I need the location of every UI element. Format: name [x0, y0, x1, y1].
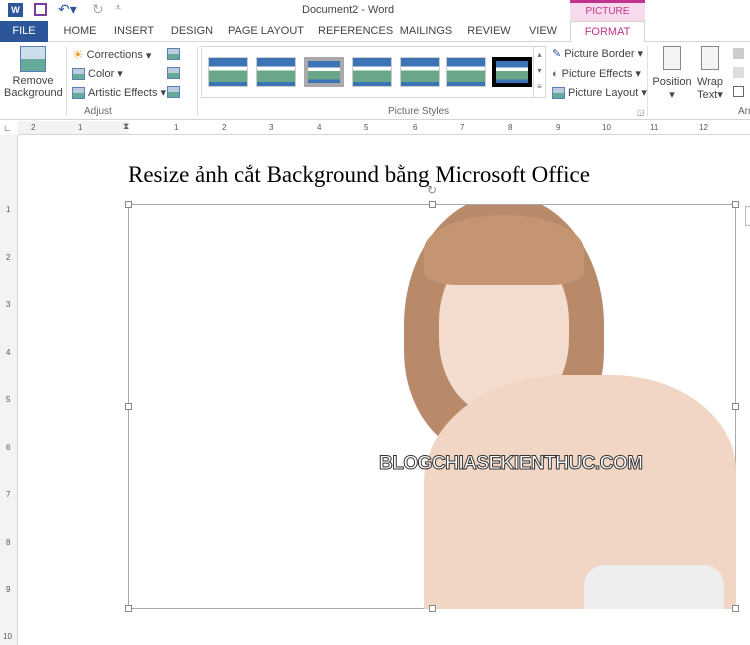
- horizontal-ruler[interactable]: 2 1 ⧗ 1 2 3 4 5 6 7 8 9 10 11 12: [18, 121, 750, 135]
- picture-style-5[interactable]: [400, 57, 440, 87]
- resize-handle[interactable]: [732, 605, 739, 612]
- rotate-handle-icon[interactable]: ↻: [427, 183, 437, 197]
- resize-handle[interactable]: [125, 403, 132, 410]
- picture-style-4[interactable]: [352, 57, 392, 87]
- picture-effects-button[interactable]: ◐ Picture Effects ▾: [552, 67, 641, 81]
- wrap-text-button[interactable]: Wrap Text▾: [694, 46, 726, 101]
- picture-style-1[interactable]: [208, 57, 248, 87]
- tab-page-layout[interactable]: PAGE LAYOUT: [228, 21, 304, 42]
- picture-layout-button[interactable]: Picture Layout ▾: [552, 86, 647, 99]
- position-button[interactable]: Position ▾: [652, 46, 692, 101]
- document-heading[interactable]: Resize ảnh cắt Background bằng Microsoft…: [128, 162, 590, 188]
- dialog-launcher-icon[interactable]: ◲: [637, 108, 645, 117]
- tab-mailings[interactable]: MAILINGS: [398, 21, 454, 42]
- color-button[interactable]: Color ▾: [72, 67, 123, 80]
- gallery-scroll[interactable]: ▴ ▾ ≡: [533, 47, 545, 97]
- picture-style-7[interactable]: [492, 57, 532, 87]
- sun-icon: ☀: [72, 47, 84, 62]
- word-icon: W: [8, 3, 23, 17]
- window-title: Document2 - Word: [302, 4, 395, 16]
- resize-handle[interactable]: [429, 605, 436, 612]
- selected-picture[interactable]: BLOGCHIASEKIENTHUC.COM ↻: [125, 183, 739, 612]
- remove-background-button[interactable]: Remove Background: [4, 46, 63, 99]
- tab-selector[interactable]: ∟: [3, 123, 12, 133]
- ribbon: Remove Background ☀ Corrections ▾ Color ▾ A…: [0, 42, 750, 120]
- corrections-button[interactable]: ☀ Corrections ▾: [72, 47, 151, 63]
- picture-style-6[interactable]: [446, 57, 486, 87]
- effects-icon: ◐: [552, 67, 559, 80]
- resize-handle[interactable]: [429, 201, 436, 208]
- tab-format[interactable]: FORMAT: [570, 21, 645, 43]
- save-icon[interactable]: [34, 3, 47, 16]
- picture-styles-group-label: Picture Styles: [388, 106, 450, 117]
- tab-home[interactable]: HOME: [60, 21, 100, 42]
- layout-icon: [552, 86, 565, 99]
- tab-file[interactable]: FILE: [0, 21, 48, 42]
- tab-view[interactable]: VIEW: [524, 21, 562, 42]
- wrap-text-icon: [701, 46, 719, 70]
- picture-border-button[interactable]: ✎ Picture Border ▾: [552, 47, 643, 61]
- resize-handle[interactable]: [125, 201, 132, 208]
- picture-style-2[interactable]: [256, 57, 296, 87]
- reset-picture-icon[interactable]: [167, 86, 180, 98]
- selection-pane-icon[interactable]: [733, 86, 744, 97]
- ribbon-tabs: FILE HOME INSERT DESIGN PAGE LAYOUT REFE…: [0, 21, 750, 43]
- watermark: BLOGCHIASEKIENTHUC.COM: [378, 453, 643, 475]
- color-icon: [72, 67, 85, 80]
- send-backward-icon[interactable]: [733, 67, 744, 78]
- adjust-group-label: Adjust: [84, 106, 112, 117]
- tab-design[interactable]: DESIGN: [170, 21, 214, 42]
- remove-background-icon: [20, 46, 46, 72]
- change-picture-icon[interactable]: [167, 67, 180, 79]
- arrange-group-label: Arr: [738, 106, 750, 117]
- redo-icon[interactable]: ↻: [92, 1, 104, 18]
- tab-review[interactable]: REVIEW: [466, 21, 512, 42]
- tab-references[interactable]: REFERENCES: [318, 21, 393, 42]
- picture-styles-gallery[interactable]: ▴ ▾ ≡: [201, 46, 546, 98]
- undo-icon[interactable]: ↶▾: [58, 1, 77, 18]
- compress-pictures-icon[interactable]: [167, 48, 180, 60]
- picture-style-3[interactable]: [304, 57, 344, 87]
- artistic-effects-button[interactable]: Artistic Effects ▾: [72, 86, 166, 99]
- vertical-ruler[interactable]: 1 2 3 4 5 6 7 8 9 10: [0, 135, 18, 645]
- layout-options-button[interactable]: [745, 206, 750, 226]
- resize-handle[interactable]: [732, 201, 739, 208]
- customize-qat-icon[interactable]: ⩡: [115, 2, 121, 15]
- resize-handle[interactable]: [732, 403, 739, 410]
- portrait-photo: [384, 205, 736, 609]
- bring-forward-icon[interactable]: [733, 48, 744, 59]
- tab-insert[interactable]: INSERT: [112, 21, 156, 42]
- indent-marker[interactable]: ⧗: [123, 121, 129, 132]
- picture-tools-label: PICTURE TOOLS: [570, 0, 645, 34]
- artistic-effects-icon: [72, 86, 85, 99]
- title-bar: W ↶▾ ↻ ⩡ Document2 - Word PICTURE TOOLS: [0, 0, 750, 34]
- resize-handle[interactable]: [125, 605, 132, 612]
- pen-icon: ✎: [552, 48, 562, 60]
- position-icon: [663, 46, 681, 70]
